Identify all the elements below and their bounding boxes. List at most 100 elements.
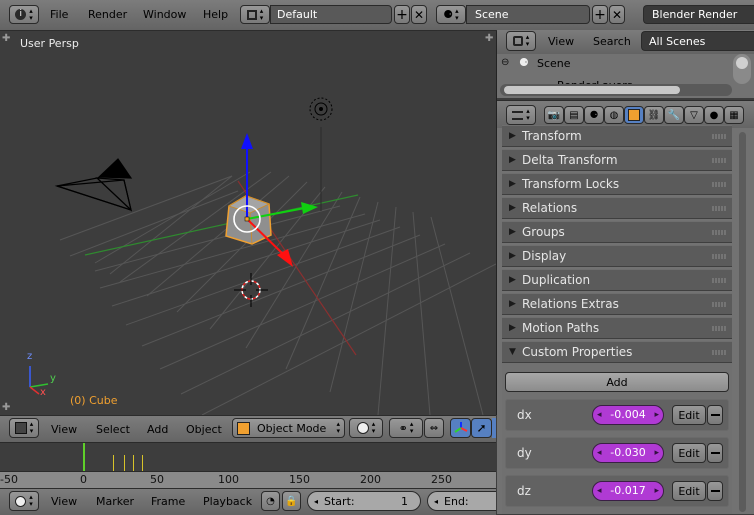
modifiers-tab-icon[interactable]: 🔧 <box>664 106 684 124</box>
outliner-menu-view[interactable]: View <box>548 35 574 48</box>
panel-groups[interactable]: ▶ Groups <box>502 221 732 243</box>
corner-widget-bottom-left[interactable]: ✚ <box>2 402 10 413</box>
drag-handle-icon[interactable] <box>712 302 726 307</box>
timeline-editor-type-button[interactable]: ▴ ▾ <box>9 491 39 511</box>
corner-widget-top-right[interactable]: ✚ <box>485 33 493 44</box>
drag-handle-icon[interactable] <box>712 158 726 163</box>
manipulator-toggle[interactable] <box>450 418 471 438</box>
start-frame-field[interactable]: ◂ Start: 1 <box>307 491 421 511</box>
outliner-display-mode-dropdown[interactable]: All Scenes <box>641 31 754 51</box>
edit-property-button[interactable]: Edit <box>672 443 706 463</box>
viewport-menu-select[interactable]: Select <box>96 423 130 436</box>
constraints-tab-icon[interactable]: ⛓ <box>644 106 664 124</box>
add-property-button[interactable]: Add <box>505 372 729 392</box>
panel-custom-properties[interactable]: ▼ Custom Properties <box>502 341 732 363</box>
end-frame-field[interactable]: ◂ End: <box>427 491 496 511</box>
property-value-field[interactable]: -0.030 <box>592 443 664 463</box>
drag-handle-icon[interactable] <box>712 278 726 283</box>
lock-time-toggle[interactable]: 🔒 <box>282 491 301 511</box>
keyframe-marker <box>113 455 114 471</box>
collapse-icon[interactable]: ⊖ <box>501 57 509 68</box>
menu-window[interactable]: Window <box>143 0 186 30</box>
outliner-tree[interactable]: ⊖ ⚈ Scene RenderLayers <box>497 54 754 98</box>
expand-icon: ▶ <box>509 275 516 285</box>
drag-handle-icon[interactable] <box>712 350 726 355</box>
screen-layout-selector[interactable]: ▴ ▾ <box>240 5 270 24</box>
info-editor-type-button[interactable]: i ▴ ▾ <box>9 5 39 24</box>
viewport-shading-dropdown[interactable]: ▴ ▾ <box>349 418 383 438</box>
delete-scene-button[interactable]: ✕ <box>609 5 625 24</box>
texture-tab-icon[interactable]: ▦ <box>724 106 744 124</box>
properties-editor-type-button[interactable]: ▴ ▾ <box>506 105 536 125</box>
remove-property-button[interactable] <box>707 481 723 501</box>
viewport-menu-add[interactable]: Add <box>147 423 168 436</box>
drag-handle-icon[interactable] <box>712 182 726 187</box>
render-engine-dropdown[interactable]: Blender Render <box>643 5 754 24</box>
timeline-menu-marker[interactable]: Marker <box>96 495 134 508</box>
scene-tab-icon[interactable]: ⚈ <box>584 106 604 124</box>
viewport-menu-view[interactable]: View <box>51 423 77 436</box>
mode-dropdown[interactable]: Object Mode ▴ ▾ <box>232 418 345 438</box>
remove-property-button[interactable] <box>707 443 723 463</box>
panel-transform[interactable]: ▶ Transform <box>502 125 732 147</box>
scroll-thumb[interactable] <box>736 57 748 69</box>
drag-handle-icon[interactable] <box>712 254 726 259</box>
scene-name-field[interactable]: Scene <box>466 5 590 24</box>
panel-relations[interactable]: ▶ Relations <box>502 197 732 219</box>
timeline-area[interactable] <box>0 442 496 490</box>
render-layers-tab-icon[interactable]: ▤ <box>564 106 584 124</box>
outliner-hscrollbar[interactable] <box>500 84 732 96</box>
material-tab-icon[interactable]: ● <box>704 106 724 124</box>
viewport-editor-type-button[interactable]: ▴ ▾ <box>9 418 39 438</box>
outliner-scene-item[interactable]: Scene <box>537 57 571 70</box>
panel-transform-locks[interactable]: ▶ Transform Locks <box>502 173 732 195</box>
3d-viewport[interactable]: ✚ ✚ ✚ User Persp z y x (0) Cube <box>0 31 497 415</box>
ruler-tick: 50 <box>150 473 164 486</box>
timeline-menu-frame[interactable]: Frame <box>151 495 185 508</box>
menu-render[interactable]: Render <box>88 0 127 30</box>
property-value-field[interactable]: -0.017 <box>592 481 664 501</box>
panel-delta-transform[interactable]: ▶ Delta Transform <box>502 149 732 171</box>
close-icon: ✕ <box>611 7 623 22</box>
timeline-menu-view[interactable]: View <box>51 495 77 508</box>
edit-property-button[interactable]: Edit <box>672 405 706 425</box>
object-tab-icon[interactable] <box>624 106 644 124</box>
panel-duplication[interactable]: ▶ Duplication <box>502 269 732 291</box>
ruler-tick: 150 <box>289 473 310 486</box>
translate-manipulator-button[interactable]: ➚ <box>471 418 492 438</box>
corner-widget-top-left[interactable]: ✚ <box>2 33 10 44</box>
scene-selector[interactable]: ⚈ ▴ ▾ <box>436 5 466 24</box>
outliner-editor-type-button[interactable]: ▴ ▾ <box>506 31 536 51</box>
scroll-thumb[interactable] <box>504 86 680 94</box>
outliner-vscrollbar[interactable] <box>733 54 751 84</box>
add-scene-button[interactable]: + <box>592 5 608 24</box>
custom-property-row: dx -0.004 Edit <box>505 399 729 431</box>
drag-handle-icon[interactable] <box>712 230 726 235</box>
panel-relations-extras[interactable]: ▶ Relations Extras <box>502 293 732 315</box>
world-tab-icon[interactable]: ◍ <box>604 106 624 124</box>
pivot-manipulate-centers-toggle[interactable]: ⇔ <box>424 418 444 438</box>
preview-range-toggle[interactable]: ◔ <box>261 491 280 511</box>
timeline-menu-playback[interactable]: Playback <box>203 495 252 508</box>
delete-screen-button[interactable]: ✕ <box>411 5 427 24</box>
menu-file[interactable]: File <box>50 0 68 30</box>
panel-display[interactable]: ▶ Display <box>502 245 732 267</box>
end-frame-label: End: <box>444 494 469 508</box>
edit-property-button[interactable]: Edit <box>672 481 706 501</box>
add-screen-button[interactable]: + <box>394 5 410 24</box>
render-tab-icon[interactable]: 📷 <box>544 106 564 124</box>
drag-handle-icon[interactable] <box>712 206 726 211</box>
panel-motion-paths[interactable]: ▶ Motion Paths <box>502 317 732 339</box>
menu-help[interactable]: Help <box>203 0 228 30</box>
property-value-field[interactable]: -0.004 <box>592 405 664 425</box>
drag-handle-icon[interactable] <box>712 326 726 331</box>
properties-scrollbar[interactable] <box>737 130 749 514</box>
viewport-menu-object[interactable]: Object <box>186 423 222 436</box>
scroll-thumb[interactable] <box>739 132 746 512</box>
remove-property-button[interactable] <box>707 405 723 425</box>
outliner-menu-search[interactable]: Search <box>593 35 631 48</box>
screen-layout-name-field[interactable]: Default <box>270 5 392 24</box>
data-tab-icon[interactable]: ▽ <box>684 106 704 124</box>
pivot-point-dropdown[interactable]: ⚭ ▴ ▾ <box>389 418 423 438</box>
drag-handle-icon[interactable] <box>712 134 726 139</box>
